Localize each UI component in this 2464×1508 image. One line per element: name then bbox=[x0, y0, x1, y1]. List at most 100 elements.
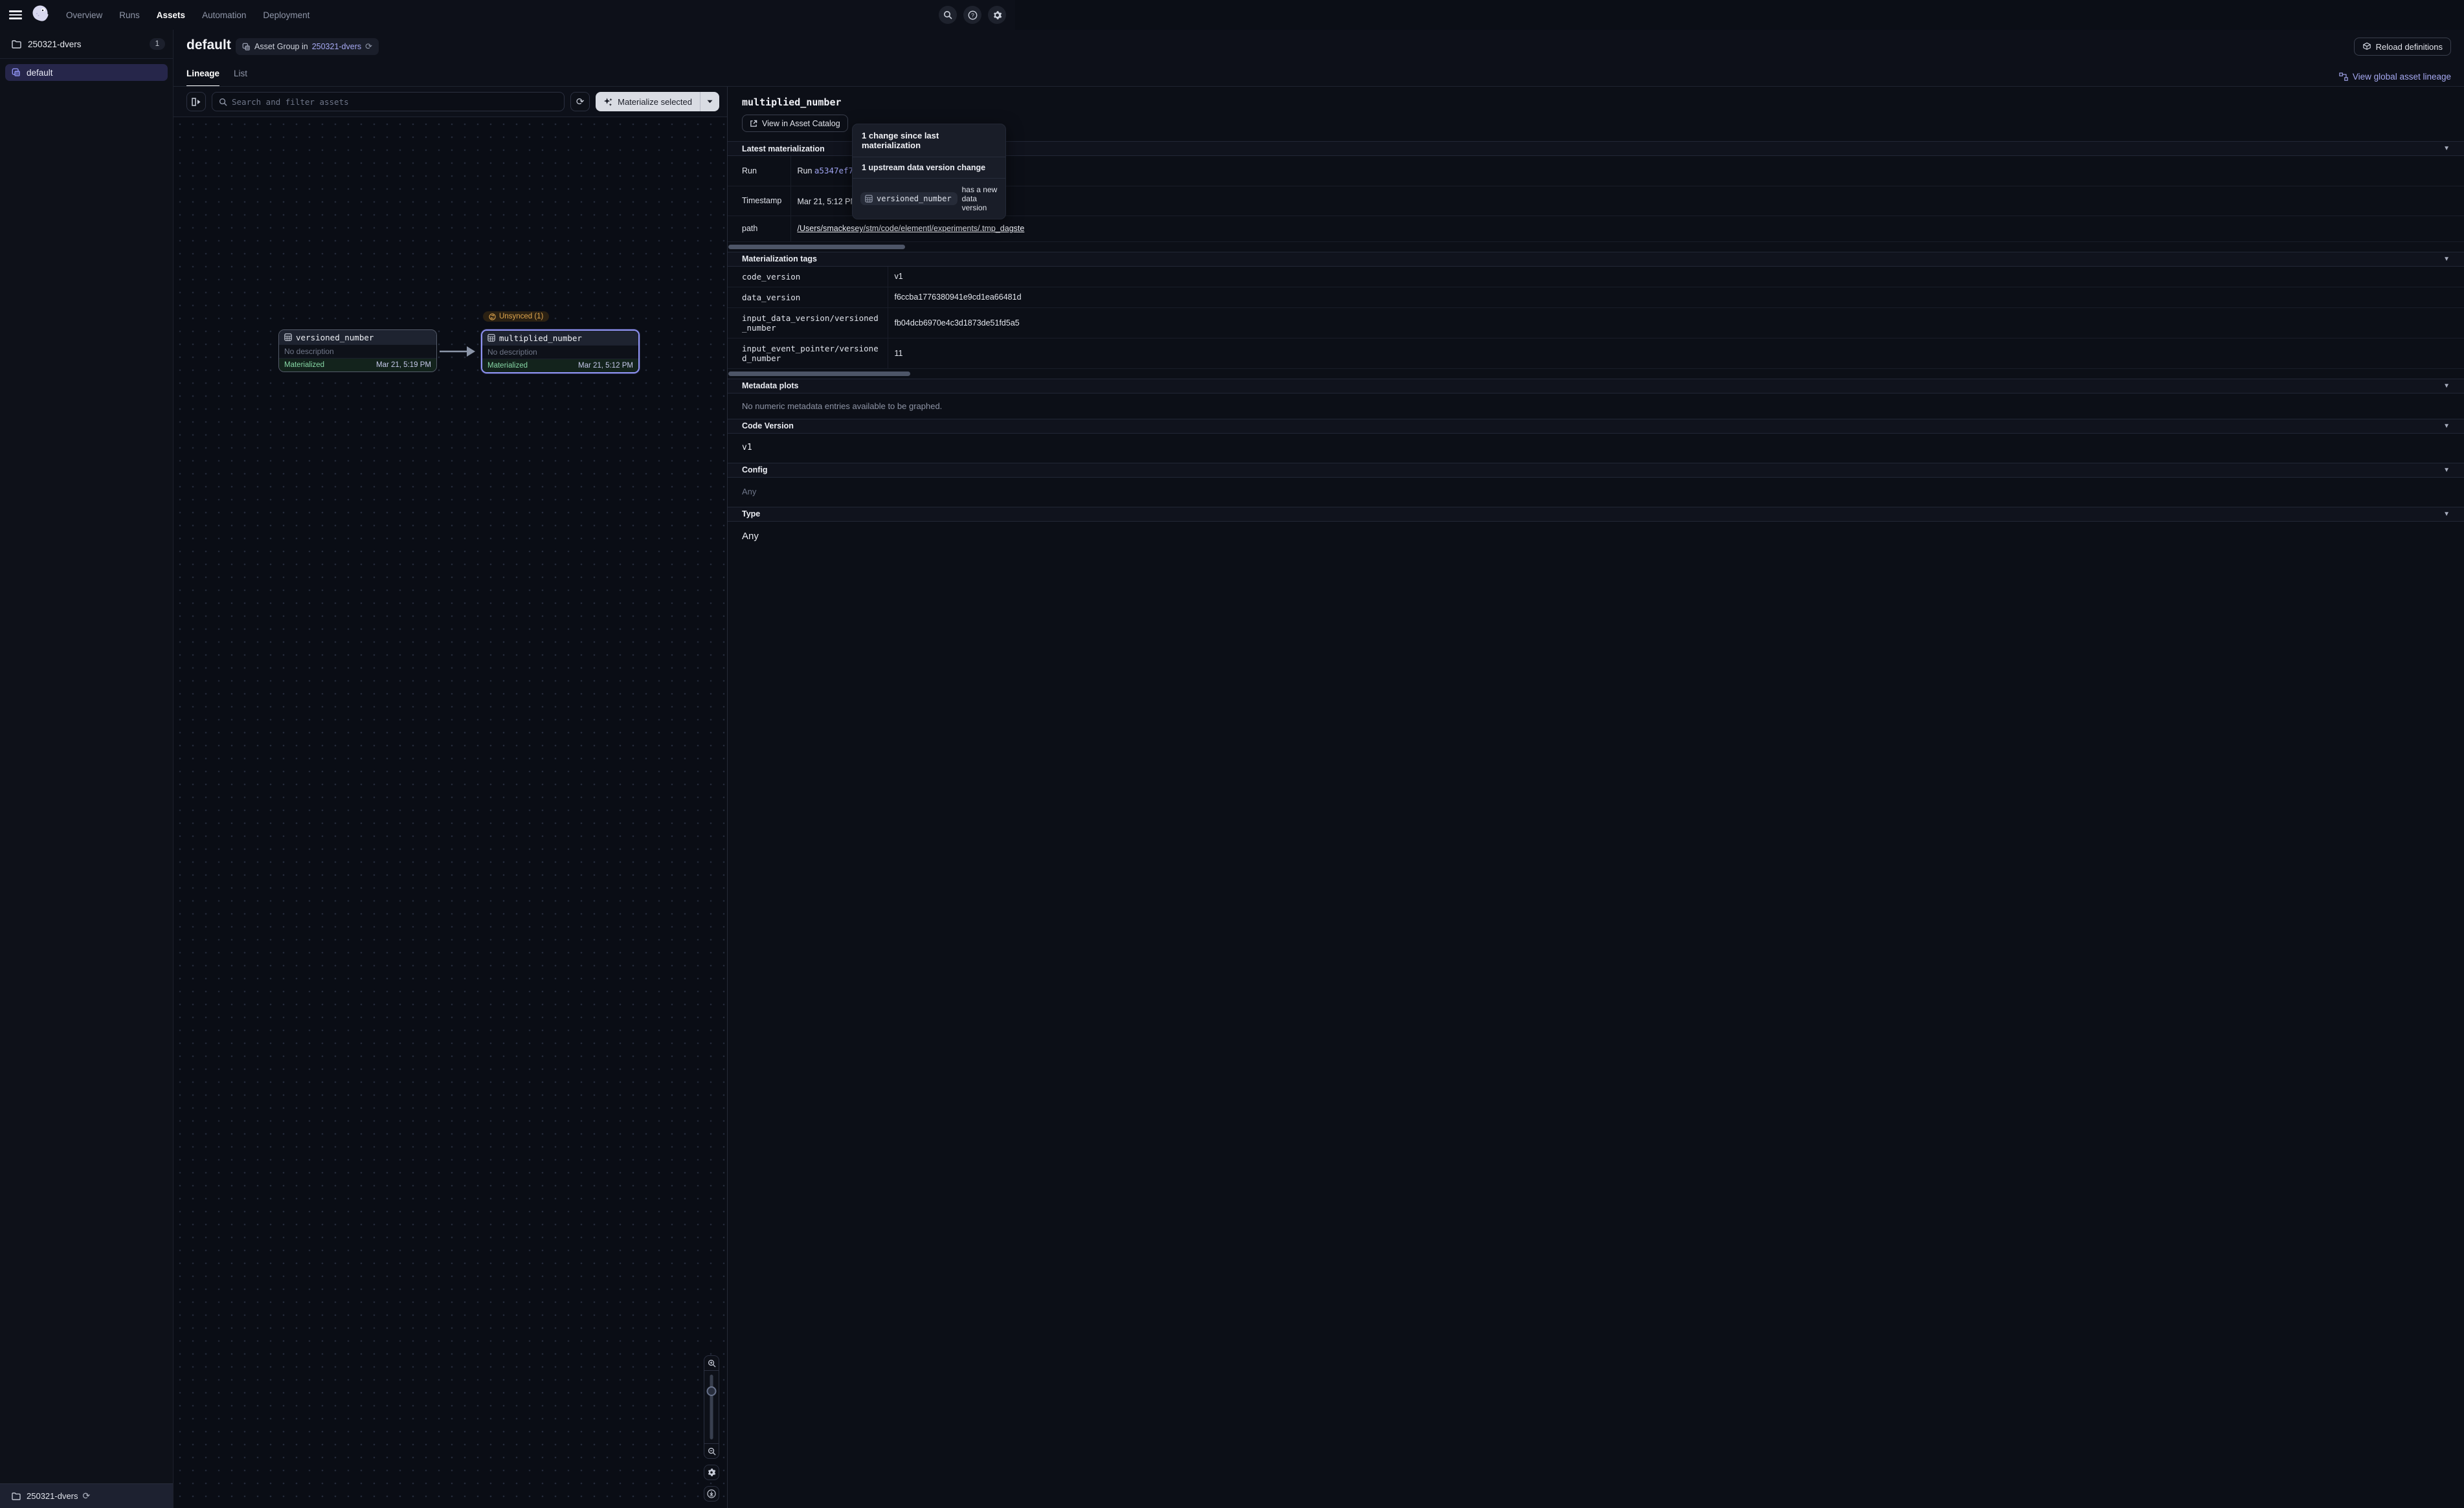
metadata-plots-empty-text: No numeric metadata entries available to… bbox=[728, 394, 2464, 419]
view-in-asset-catalog-button[interactable]: View in Asset Catalog bbox=[742, 115, 848, 132]
horizontal-scrollbar[interactable] bbox=[728, 371, 910, 376]
zoom-in-button[interactable] bbox=[704, 1355, 719, 1371]
table-row: data_version f6ccba1776380941e9cd1ea6648… bbox=[728, 287, 2464, 307]
materialize-selected-label: Materialize selected bbox=[618, 97, 692, 107]
collapse-caret-icon[interactable]: ▼ bbox=[2443, 145, 2450, 152]
asset-node-versioned-number[interactable]: versioned_number No description Material… bbox=[278, 329, 437, 372]
node-name: versioned_number bbox=[296, 333, 374, 342]
download-image-button[interactable] bbox=[704, 1486, 719, 1502]
help-button[interactable]: ? bbox=[963, 6, 981, 24]
reload-definitions-label: Reload definitions bbox=[2376, 42, 2443, 52]
asset-chip[interactable]: versioned_number bbox=[860, 192, 958, 205]
lineage-edge-arrow bbox=[438, 344, 476, 359]
table-row: code_version v1 bbox=[728, 267, 2464, 287]
asset-node-multiplied-number[interactable]: multiplied_number No description Materia… bbox=[481, 329, 640, 373]
horizontal-scrollbar[interactable] bbox=[728, 245, 905, 249]
search-input[interactable] bbox=[232, 97, 557, 107]
nav-items: Overview Runs Assets Automation Deployme… bbox=[66, 10, 309, 20]
reload-definitions-button[interactable]: Reload definitions bbox=[2354, 38, 2451, 56]
nav-item-overview[interactable]: Overview bbox=[66, 10, 102, 20]
section-heading: Metadata plots bbox=[742, 381, 799, 390]
search-icon bbox=[943, 10, 952, 19]
zoom-slider[interactable] bbox=[704, 1371, 719, 1443]
refresh-icon[interactable]: ⟳ bbox=[83, 1491, 91, 1502]
badge-group-link[interactable]: 250321-dvers bbox=[312, 42, 361, 51]
run-id-link[interactable]: a5347ef7 bbox=[814, 166, 853, 175]
table-row: input_event_pointer/versioned_number 11 bbox=[728, 338, 2464, 368]
tag-value: 11 bbox=[888, 338, 2464, 368]
sidebar-group-row[interactable]: 250321-dvers 1 bbox=[0, 30, 173, 58]
collapse-caret-icon[interactable]: ▼ bbox=[2443, 423, 2450, 430]
node-timestamp: Mar 21, 5:19 PM bbox=[376, 361, 431, 369]
run-prefix: Run bbox=[798, 166, 814, 175]
help-icon: ? bbox=[968, 10, 978, 20]
search-button[interactable] bbox=[939, 6, 957, 24]
zoom-out-icon bbox=[708, 1447, 716, 1456]
tab-lineage[interactable]: Lineage bbox=[186, 65, 219, 87]
cube-reload-icon bbox=[2362, 42, 2371, 51]
node-status: Materialized bbox=[284, 361, 324, 369]
search-icon bbox=[219, 98, 227, 106]
section-config: Config ▼ bbox=[728, 463, 2464, 478]
gear-icon bbox=[707, 1468, 716, 1477]
tag-key: data_version bbox=[728, 287, 888, 307]
collapse-caret-icon[interactable]: ▼ bbox=[2443, 511, 2450, 518]
lineage-toolbar: ⟳ Materialize selected bbox=[174, 87, 727, 117]
zoom-slider-handle[interactable] bbox=[707, 1386, 717, 1396]
download-icon bbox=[707, 1489, 716, 1498]
path-label: path bbox=[728, 216, 790, 241]
tag-value: v1 bbox=[888, 267, 2464, 287]
nav-item-runs[interactable]: Runs bbox=[119, 10, 140, 20]
sidebar-footer-label: 250321-dvers bbox=[27, 1491, 78, 1501]
sidebar-item-label: default bbox=[27, 68, 53, 78]
collapse-caret-icon[interactable]: ▼ bbox=[2443, 383, 2450, 390]
sidebar-footer[interactable]: 250321-dvers ⟳ bbox=[0, 1483, 173, 1508]
materialize-dropdown-caret[interactable] bbox=[700, 100, 719, 104]
zoom-in-icon bbox=[708, 1359, 716, 1368]
node-timestamp: Mar 21, 5:12 PM bbox=[578, 362, 633, 370]
collapse-caret-icon[interactable]: ▼ bbox=[2443, 256, 2450, 263]
nav-item-deployment[interactable]: Deployment bbox=[263, 10, 309, 20]
table-icon bbox=[284, 333, 292, 341]
view-global-asset-lineage-link[interactable]: View global asset lineage bbox=[2339, 72, 2451, 82]
graph-settings-button[interactable] bbox=[704, 1465, 719, 1480]
view-in-catalog-label: View in Asset Catalog bbox=[762, 119, 840, 128]
nav-item-automation[interactable]: Automation bbox=[202, 10, 246, 20]
lineage-graph-canvas[interactable]: Unsynced (1) versioned_number No descrip… bbox=[174, 118, 727, 1508]
nav-item-assets[interactable]: Assets bbox=[157, 10, 185, 20]
asset-group-icon bbox=[12, 68, 21, 77]
folder-icon bbox=[12, 40, 21, 49]
page-title: default bbox=[186, 38, 231, 53]
sidebar-group-label: 250321-dvers bbox=[28, 39, 82, 49]
tag-value: f6ccba1776380941e9cd1ea66481d bbox=[888, 287, 2464, 307]
tab-list[interactable]: List bbox=[234, 65, 247, 87]
dagster-logo[interactable] bbox=[30, 4, 52, 26]
collapse-caret-icon[interactable]: ▼ bbox=[2443, 467, 2450, 474]
path-link[interactable]: /Users/smackesey/stm/code/elementl/exper… bbox=[798, 224, 1025, 233]
materialization-tags-table: code_version v1 data_version f6ccba17763… bbox=[728, 267, 2464, 369]
sidebar-item-default[interactable]: default bbox=[5, 64, 168, 81]
popover-detail-row: versioned_number has a new data version bbox=[853, 179, 1005, 219]
refresh-icon[interactable]: ⟳ bbox=[365, 41, 372, 52]
refresh-graph-button[interactable]: ⟳ bbox=[570, 92, 590, 111]
global-lineage-label: View global asset lineage bbox=[2353, 72, 2451, 82]
run-label: Run bbox=[728, 156, 790, 186]
external-link-icon bbox=[750, 120, 757, 128]
unsynced-label: Unsynced (1) bbox=[499, 313, 543, 320]
settings-button[interactable] bbox=[988, 6, 1006, 24]
zoom-out-button[interactable] bbox=[704, 1443, 719, 1459]
hamburger-menu-icon[interactable] bbox=[9, 10, 22, 19]
changes-popover: 1 change since last materialization 1 up… bbox=[852, 124, 1006, 219]
popover-subtitle: 1 upstream data version change bbox=[853, 157, 1005, 179]
gear-icon bbox=[992, 10, 1002, 20]
node-unsynced-badge[interactable]: Unsynced (1) bbox=[483, 311, 549, 324]
section-materialization-tags: Materialization tags ▼ bbox=[728, 252, 2464, 267]
timestamp-value: Mar 21, 5:12 PM bbox=[798, 197, 857, 206]
node-description: No description bbox=[482, 345, 638, 359]
section-heading: Code Version bbox=[742, 421, 794, 430]
materialize-selected-button[interactable]: Materialize selected bbox=[596, 92, 719, 111]
tag-key: code_version bbox=[728, 267, 888, 287]
expand-panel-button[interactable] bbox=[186, 92, 206, 111]
svg-text:?: ? bbox=[971, 12, 974, 18]
tag-key: input_event_pointer/versioned_number bbox=[728, 338, 888, 368]
